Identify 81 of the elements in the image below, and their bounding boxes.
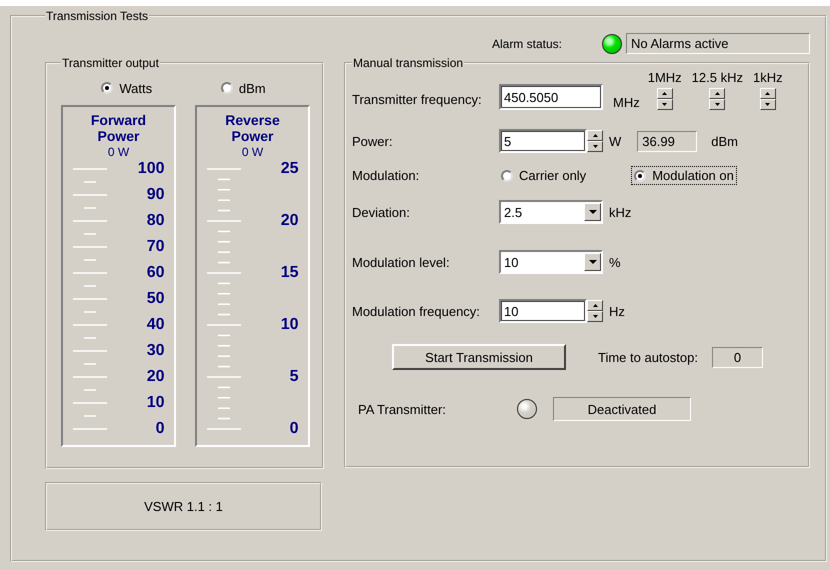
pa-status-field: Deactivated [553,397,691,421]
spin-up-button[interactable] [587,300,603,311]
down-triangle-icon [714,103,720,106]
spin-down-button[interactable] [656,99,673,110]
up-triangle-icon [592,134,598,137]
group-title: Transmitter output [61,56,160,70]
dropdown-button[interactable] [584,203,601,221]
meter-reading: 0 W [242,145,264,159]
down-triangle-icon [588,210,596,214]
step-label: 1kHz [752,70,783,85]
down-triangle-icon [592,315,598,318]
scale-label: 15 [280,265,298,281]
radio-option[interactable]: Carrier only [499,167,588,184]
vswr-readout: VSWR 1.1 : 1 [45,482,322,531]
radio-option[interactable]: dBm [218,80,268,96]
unit-label: Hz [609,304,625,318]
field-label: Power: [352,134,394,148]
scale-label: 30 [146,343,164,359]
dropdown-field[interactable]: 2.5 [499,200,603,224]
unit-label: W [609,134,622,148]
field-label: Modulation level: [352,254,451,270]
scale-label: 70 [146,239,164,255]
scale-label: 80 [146,213,164,229]
field-label: Transmitter frequency: [352,92,483,106]
radio-option[interactable]: Modulation on [632,167,736,184]
step-label: 12.5 kHz [692,70,743,85]
spin-up-button[interactable] [709,88,726,99]
scale-label: 50 [146,291,164,307]
scale-label: 40 [146,317,164,333]
scale-label: 100 [136,161,164,177]
field-label: Deviation: [352,204,411,220]
up-triangle-icon [765,92,770,95]
spin-up-button[interactable] [587,130,603,141]
meter-title: Forward Power [90,112,148,144]
dropdown-field[interactable]: 10 [499,250,603,274]
unit-label: % [609,254,621,270]
alarm-label: Alarm status: [492,36,562,50]
field-label: PA Transmitter: [358,402,447,416]
spin-down-button[interactable] [587,311,603,322]
up-triangle-icon [714,92,720,95]
frequency-field[interactable]: 450.5050 [499,84,603,110]
down-triangle-icon [765,103,770,106]
field-label: Modulation: [352,168,420,183]
alarm-status-field: No Alarms active [626,33,810,54]
scale-label: 20 [146,369,164,385]
down-triangle-icon [588,260,596,264]
field-label: Modulation frequency: [352,304,481,318]
meter-reading: 0 W [108,145,130,159]
modulation-frequency-field[interactable]: 10 [499,299,587,323]
power-field[interactable]: 5 [499,129,587,153]
autostop-readout: 0 [712,346,763,368]
panel-title: Transmission Tests [45,9,150,23]
up-triangle-icon [662,92,668,95]
spin-up-button[interactable] [656,88,673,99]
scale-label: 0 [288,421,298,437]
scale-label: 25 [280,161,298,177]
down-triangle-icon [662,103,668,106]
dropdown-button[interactable] [584,253,601,271]
field-label: Time to autostop: [598,350,698,364]
up-triangle-icon [592,304,598,307]
unit-label: MHz [613,95,640,110]
spin-down-button[interactable] [760,99,776,110]
step-label: 1MHz [648,70,682,85]
down-triangle-icon [592,145,598,148]
scale-label: 10 [146,395,164,411]
start-transmission-button[interactable]: Start Transmission [392,344,566,370]
scale-label: 90 [146,187,164,203]
spin-down-button[interactable] [709,99,726,110]
unit-label: dBm [711,134,738,148]
scale-label: 20 [280,213,298,229]
dbm-readout: 36.99 [637,130,698,152]
scale-label: 60 [146,265,164,281]
unit-label: kHz [609,204,632,220]
spin-up-button[interactable] [760,88,776,99]
meter-title: Reverse Power [224,112,281,144]
scale-label: 0 [154,421,164,437]
scale-label: 5 [288,369,298,385]
spin-down-button[interactable] [587,141,603,152]
radio-option[interactable]: Watts [99,80,154,96]
group-title: Manual transmission [352,56,464,70]
scale-label: 10 [280,317,298,333]
